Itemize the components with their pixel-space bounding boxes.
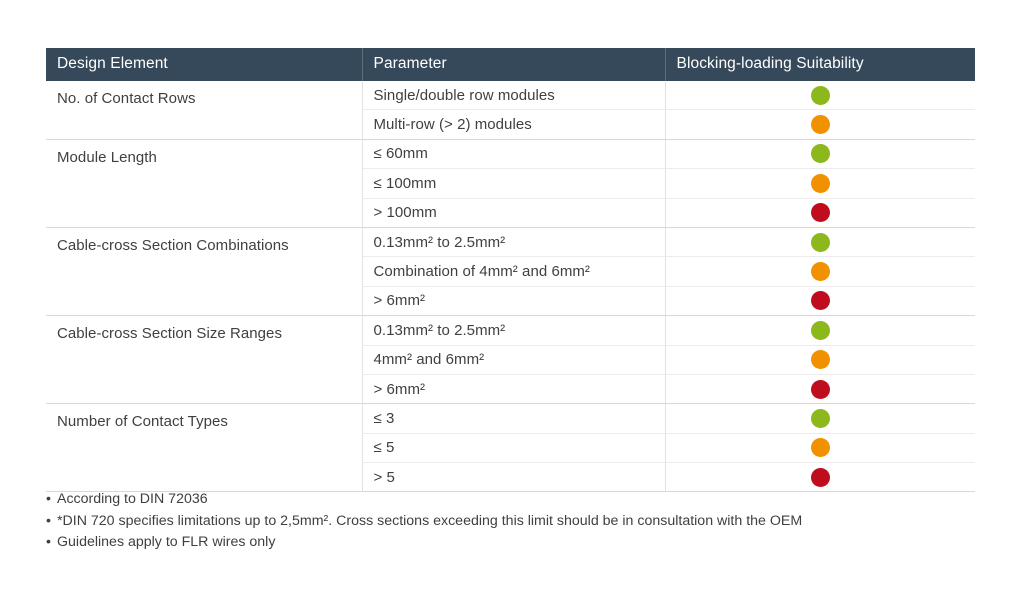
status-dot-suitable [811, 233, 830, 252]
bullet-icon: • [46, 489, 57, 511]
footnote-item: •Guidelines apply to FLR wires only [46, 532, 1006, 554]
status-dot-conditional [811, 350, 830, 369]
cell-parameter: Multi-row (> 2) modules [362, 110, 665, 139]
cell-suitability [665, 404, 975, 433]
cell-parameter: ≤ 100mm [362, 169, 665, 198]
cell-suitability [665, 463, 975, 492]
bullet-icon: • [46, 532, 57, 554]
cell-suitability [665, 345, 975, 374]
table-row: Module Length≤ 60mm [46, 139, 975, 168]
column-header-parameter: Parameter [362, 48, 665, 81]
footnotes-list: •According to DIN 72036•*DIN 720 specifi… [46, 489, 1006, 554]
status-dot-unsuitable [811, 468, 830, 487]
cell-parameter: 0.13mm² to 2.5mm² [362, 316, 665, 345]
cell-suitability [665, 433, 975, 462]
cell-parameter: > 6mm² [362, 286, 665, 315]
cell-suitability [665, 374, 975, 403]
spec-table-container: Design Element Parameter Blocking-loadin… [46, 48, 975, 492]
column-header-design-element: Design Element [46, 48, 362, 81]
cell-suitability [665, 198, 975, 227]
status-dot-conditional [811, 115, 830, 134]
status-dot-unsuitable [811, 291, 830, 310]
cell-design-element: Module Length [46, 139, 362, 227]
status-dot-suitable [811, 86, 830, 105]
status-dot-suitable [811, 321, 830, 340]
cell-design-element: Number of Contact Types [46, 404, 362, 492]
status-dot-suitable [811, 409, 830, 428]
status-dot-conditional [811, 262, 830, 281]
cell-suitability [665, 286, 975, 315]
cell-parameter: > 6mm² [362, 374, 665, 403]
cell-suitability [665, 227, 975, 256]
table-row: Number of Contact Types≤ 3 [46, 404, 975, 433]
cell-design-element: Cable-cross Section Combinations [46, 227, 362, 315]
cell-design-element: No. of Contact Rows [46, 81, 362, 139]
cell-parameter: ≤ 60mm [362, 139, 665, 168]
footnote-text: Guidelines apply to FLR wires only [57, 534, 275, 550]
blocking-loading-suitability-table: Design Element Parameter Blocking-loadin… [46, 48, 975, 492]
page-root: Design Element Parameter Blocking-loadin… [0, 0, 1024, 598]
cell-suitability [665, 81, 975, 110]
cell-parameter: Single/double row modules [362, 81, 665, 110]
cell-suitability [665, 169, 975, 198]
cell-suitability [665, 316, 975, 345]
table-row: No. of Contact RowsSingle/double row mod… [46, 81, 975, 110]
cell-suitability [665, 110, 975, 139]
cell-parameter: ≤ 5 [362, 433, 665, 462]
status-dot-conditional [811, 438, 830, 457]
status-dot-unsuitable [811, 203, 830, 222]
status-dot-conditional [811, 174, 830, 193]
status-dot-suitable [811, 144, 830, 163]
footnote-item: •*DIN 720 specifies limitations up to 2,… [46, 511, 1006, 533]
footnote-text: *DIN 720 specifies limitations up to 2,5… [57, 513, 802, 529]
cell-parameter: > 5 [362, 463, 665, 492]
cell-design-element: Cable-cross Section Size Ranges [46, 316, 362, 404]
bullet-icon: • [46, 511, 57, 533]
cell-suitability [665, 139, 975, 168]
cell-parameter: 0.13mm² to 2.5mm² [362, 227, 665, 256]
footnote-item: •According to DIN 72036 [46, 489, 1006, 511]
cell-parameter: ≤ 3 [362, 404, 665, 433]
cell-parameter: > 100mm [362, 198, 665, 227]
cell-parameter: 4mm² and 6mm² [362, 345, 665, 374]
cell-parameter: Combination of 4mm² and 6mm² [362, 257, 665, 286]
table-body: No. of Contact RowsSingle/double row mod… [46, 81, 975, 492]
cell-suitability [665, 257, 975, 286]
footnote-text: According to DIN 72036 [57, 491, 208, 507]
status-dot-unsuitable [811, 380, 830, 399]
table-header-row: Design Element Parameter Blocking-loadin… [46, 48, 975, 81]
table-row: Cable-cross Section Combinations0.13mm² … [46, 227, 975, 256]
column-header-blocking-loading-suitability: Blocking-loading Suitability [665, 48, 975, 81]
table-header: Design Element Parameter Blocking-loadin… [46, 48, 975, 81]
table-row: Cable-cross Section Size Ranges0.13mm² t… [46, 316, 975, 345]
